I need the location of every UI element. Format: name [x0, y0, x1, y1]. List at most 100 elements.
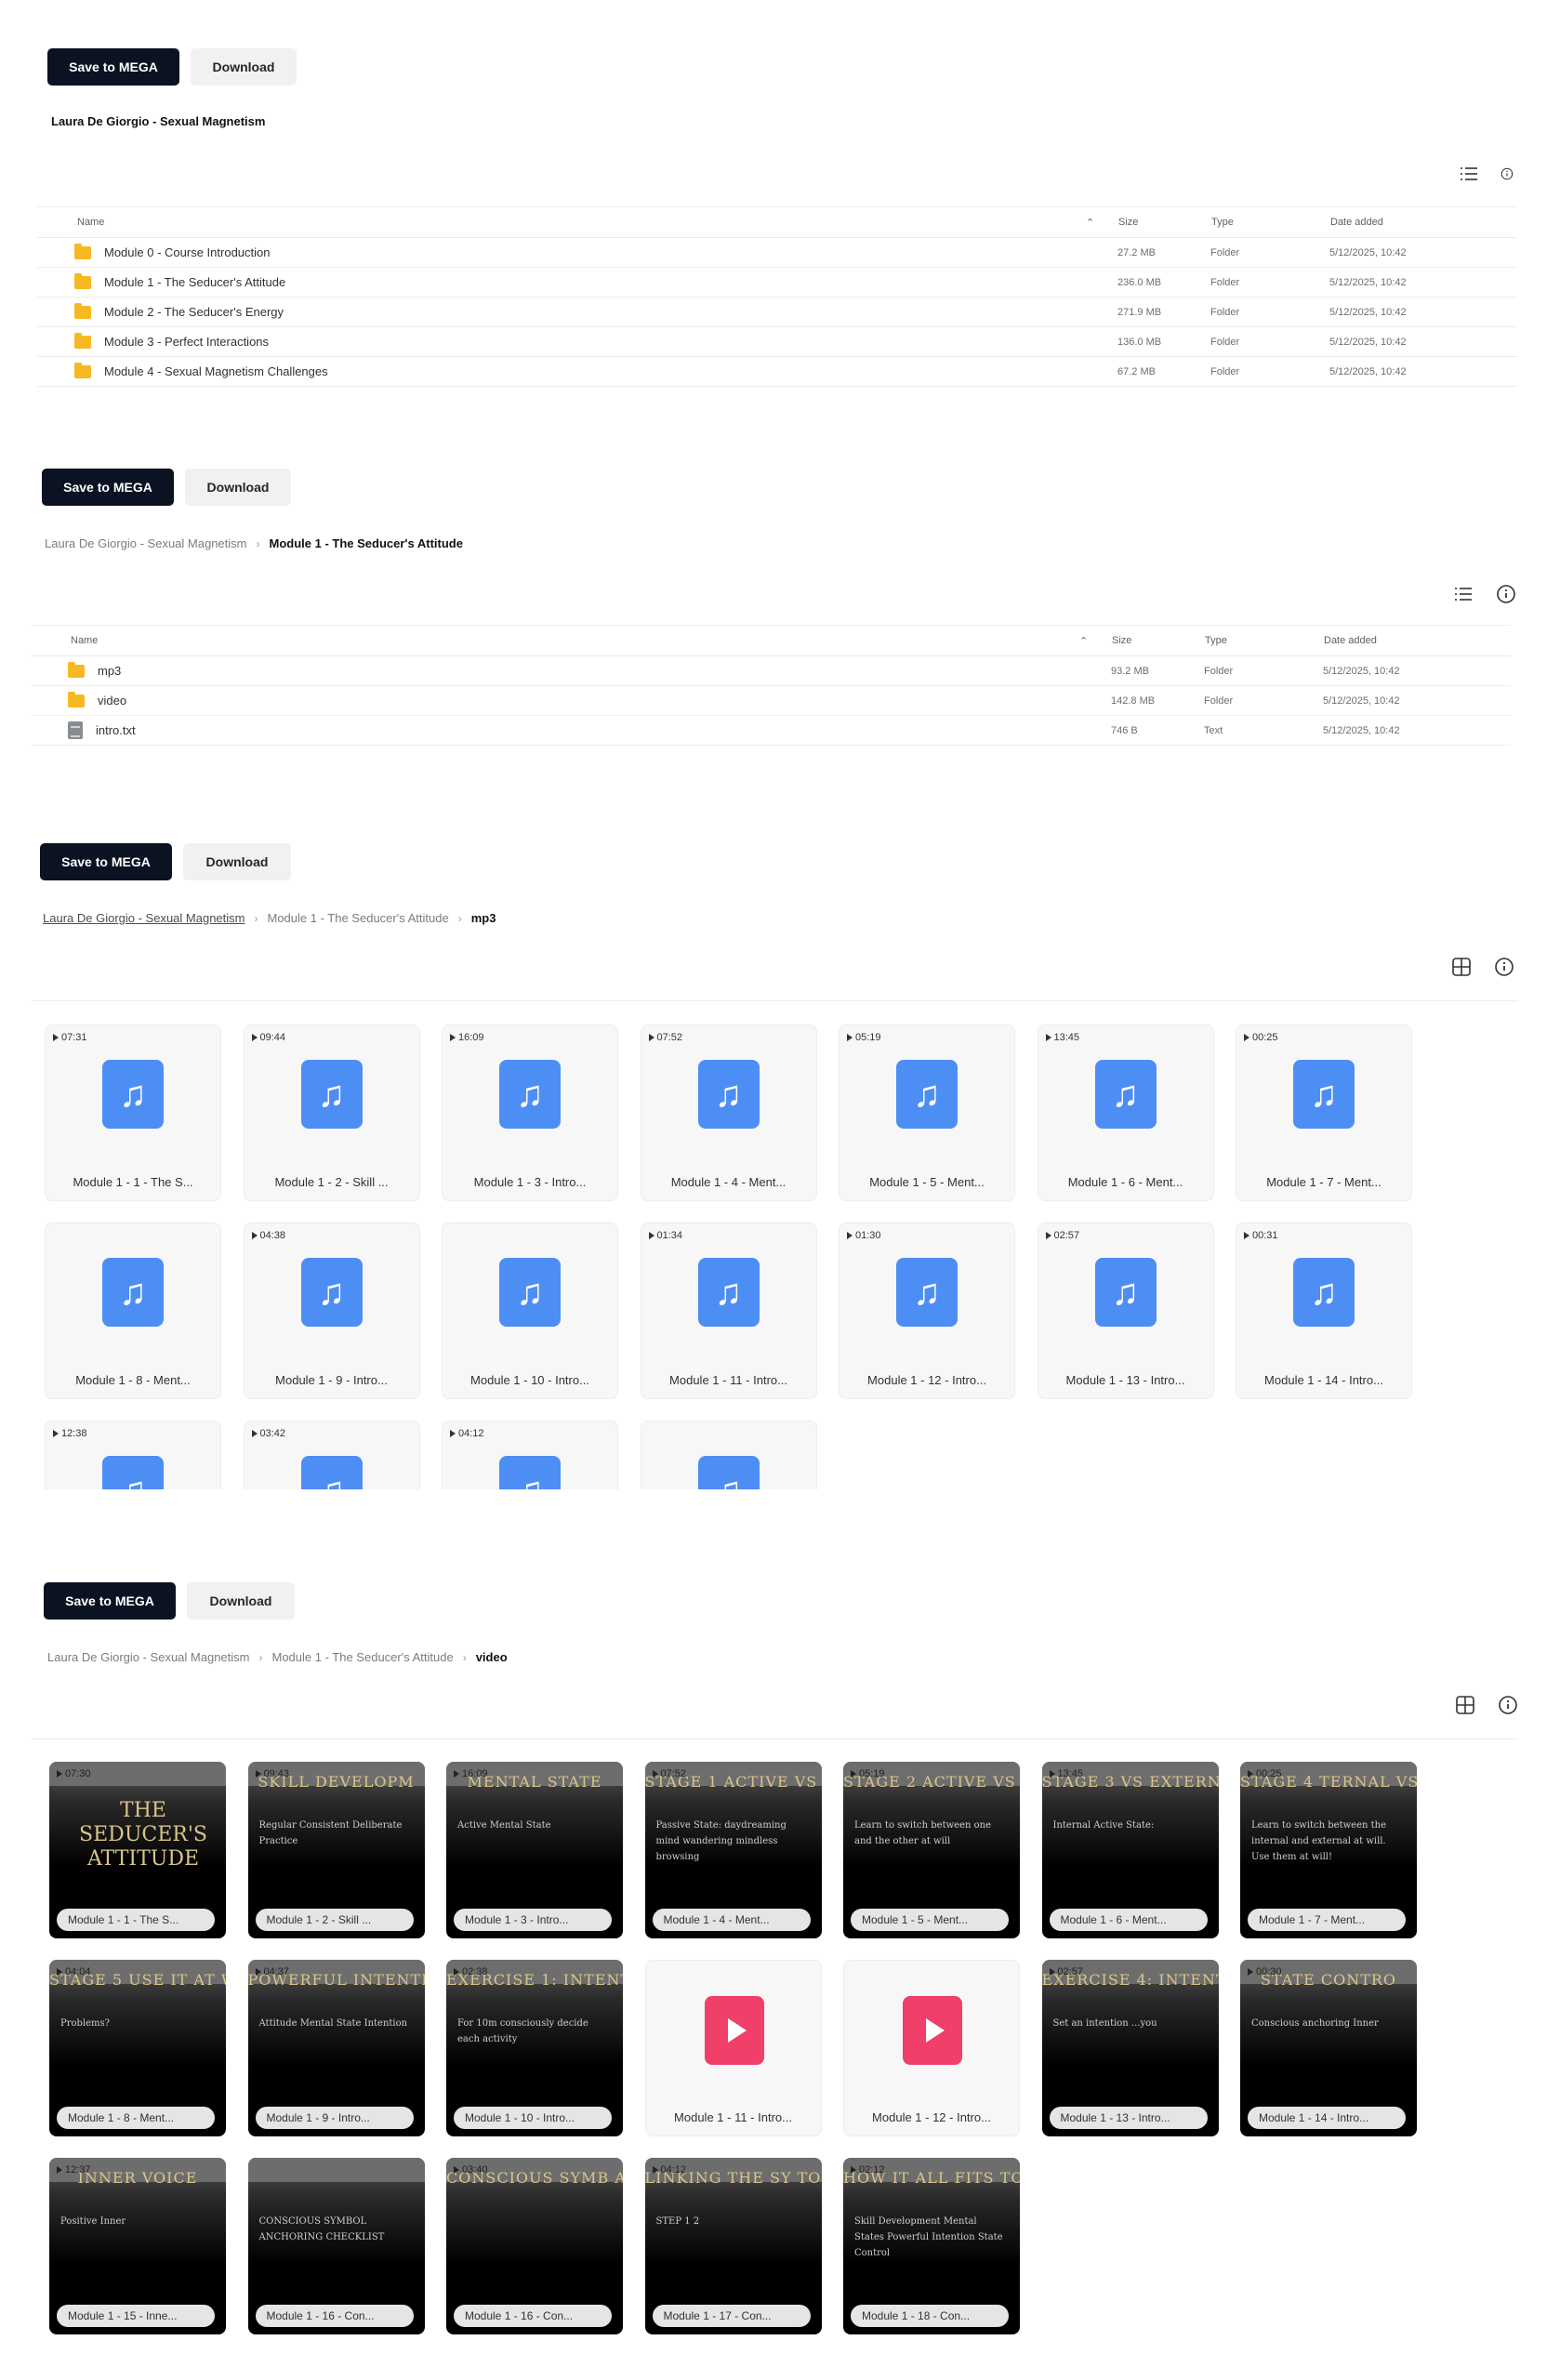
breadcrumb-item-root[interactable]: Laura De Giorgio - Sexual Magnetism [47, 1650, 250, 1664]
table-row[interactable]: Module 0 - Course Introduction 27.2 MB Fol… [37, 238, 1517, 268]
row-date: 5/12/2025, 10:42 [1329, 276, 1407, 288]
download-button[interactable]: Download [183, 843, 291, 880]
header-size[interactable]: Size [1112, 635, 1131, 646]
header-name[interactable]: Name [77, 217, 104, 228]
audio-tile[interactable]: 05:19 ♫ Module 1 - 5 - Ment... [839, 1025, 1015, 1201]
sort-asc-icon[interactable]: ⌃ [1079, 635, 1088, 647]
audio-tile[interactable]: 04:12 ♫ [442, 1421, 618, 1489]
table-row[interactable]: Module 3 - Perfect Interactions 136.0 MB F… [37, 327, 1517, 357]
video-tile[interactable]: 00:30 STATE CONTRO Conscious anchoring Inn… [1240, 1960, 1417, 2136]
save-to-mega-button[interactable]: Save to MEGA [42, 469, 174, 506]
video-tile[interactable]: 07:30 THE SEDUCER'S ATTITUDE Module 1 - 1 … [49, 1762, 226, 1938]
audio-tile[interactable]: ♫ [640, 1421, 817, 1489]
row-size: 271.9 MB [1117, 306, 1162, 318]
audio-tile[interactable]: ♫ Module 1 - 8 - Ment... [45, 1223, 221, 1399]
row-name[interactable]: video [98, 694, 126, 707]
row-name[interactable]: Module 2 - The Seducer's Energy [104, 305, 284, 319]
list-view-icon[interactable] [1458, 163, 1480, 185]
row-name[interactable]: Module 3 - Perfect Interactions [104, 335, 269, 349]
video-tile[interactable]: 00:25STAGE 4 TERNAL VS EXTERNAL SWLearn … [1240, 1762, 1417, 1938]
video-tile[interactable]: CONSCIOUS SYMBOL ANCHORING CHECKLIST Modu… [247, 2158, 425, 2334]
audio-tile[interactable]: 09:44 ♫ Module 1 - 2 - Skill ... [243, 1025, 420, 1201]
video-tile[interactable]: 16:09 MENTAL STATE Active Mental State Modu… [446, 1762, 623, 1938]
thumbnail-text: Regular Consistent Deliberate Practice [258, 1820, 403, 1846]
breadcrumb-item-root[interactable]: Laura De Giorgio - Sexual Magnetism [45, 536, 247, 550]
table-row[interactable]: video 142.8 MB Folder 5/12/2025, 10:42 [31, 686, 1511, 716]
video-tile[interactable]: 02:38EXERCISE 1: INTENTION IN SMALLFor 1… [446, 1960, 623, 2136]
video-tile[interactable]: 12:37 INNER VOICE Positive Inner Module 1 -… [49, 2158, 226, 2334]
tile-name: Module 1 - 3 - Intro... [454, 1909, 612, 1931]
tile-name: Module 1 - 5 - Ment... [869, 1175, 985, 1189]
table-row[interactable]: intro.txt 746 B Text 5/12/2025, 10:42 [31, 716, 1511, 746]
audio-tile[interactable]: 02:57 ♫ Module 1 - 13 - Intro... [1037, 1223, 1214, 1399]
audio-tile[interactable]: 07:52 ♫ Module 1 - 4 - Ment... [640, 1025, 817, 1201]
audio-tile[interactable]: 01:34 ♫ Module 1 - 11 - Intro... [640, 1223, 817, 1399]
audio-tile[interactable]: 01:30 ♫ Module 1 - 12 - Intro... [839, 1223, 1015, 1399]
header-type[interactable]: Type [1211, 217, 1234, 228]
breadcrumb: Laura De Giorgio - Sexual Magnetism › Mo… [47, 1650, 508, 1664]
table-row[interactable]: mp3 93.2 MB Folder 5/12/2025, 10:42 [31, 656, 1511, 686]
download-button[interactable]: Download [191, 48, 297, 86]
breadcrumb-item-module[interactable]: Module 1 - The Seducer's Attitude [268, 911, 449, 925]
video-tile[interactable]: 02:57EXERCISE 4: INTENTION IN INTERACTIO… [1041, 1960, 1219, 2136]
info-icon[interactable] [1497, 1694, 1519, 1716]
video-tile[interactable]: 03:40CONSCIOUS SYMB ANCHORINGModule 1 - … [446, 2158, 623, 2334]
breadcrumb-item-root[interactable]: Laura De Giorgio - Sexual Magnetism [43, 911, 245, 925]
row-size: 136.0 MB [1117, 336, 1162, 348]
row-type: Folder [1210, 246, 1240, 258]
info-icon[interactable] [1493, 956, 1515, 978]
table-row[interactable]: Module 4 - Sexual Magnetism Challenges 67… [37, 357, 1517, 387]
info-icon[interactable] [1501, 163, 1514, 185]
row-date: 5/12/2025, 10:42 [1329, 336, 1407, 348]
header-date[interactable]: Date added [1324, 635, 1377, 646]
header-name[interactable]: Name [71, 635, 98, 646]
audio-tile[interactable]: 04:38 ♫ Module 1 - 9 - Intro... [243, 1223, 420, 1399]
row-name[interactable]: Module 4 - Sexual Magnetism Challenges [104, 364, 328, 378]
save-to-mega-button[interactable]: Save to MEGA [44, 1582, 176, 1620]
video-tile[interactable]: 09:43 SKILL DEVELOPM Regular Consistent De… [247, 1762, 425, 1938]
chevron-right-icon: › [254, 911, 258, 925]
folder-icon [74, 243, 91, 259]
video-tile[interactable]: Module 1 - 12 - Intro... [843, 1960, 1020, 2136]
grid-view-icon[interactable] [1450, 956, 1473, 978]
table-row[interactable]: Module 1 - The Seducer's Attitude 236.0 M… [37, 268, 1517, 298]
row-name[interactable]: intro.txt [96, 723, 136, 737]
header-type[interactable]: Type [1205, 635, 1227, 646]
audio-tile[interactable]: 16:09 ♫ Module 1 - 3 - Intro... [442, 1025, 618, 1201]
tile-name: Module 1 - 13 - Intro... [1049, 2107, 1208, 2129]
audio-tile[interactable]: 13:45 ♫ Module 1 - 6 - Ment... [1037, 1025, 1214, 1201]
duration-label: 13:45 [1046, 1032, 1080, 1043]
row-name[interactable]: mp3 [98, 664, 121, 678]
header-size[interactable]: Size [1118, 217, 1138, 228]
video-tile[interactable]: 07:52STAGE 1 ACTIVE VS PASSIVE DIPassive… [644, 1762, 822, 1938]
breadcrumb-item-module[interactable]: Module 1 - The Seducer's Attitude [272, 1650, 454, 1664]
video-tile[interactable]: 02:12HOW IT ALL FITS TOGETHERSkill Devel… [843, 2158, 1020, 2334]
list-view-icon[interactable] [1452, 583, 1474, 605]
video-tile[interactable]: 13:45STAGE 3 VS EXTERNAL DIFFERENCEInter… [1041, 1762, 1219, 1938]
download-button[interactable]: Download [187, 1582, 295, 1620]
video-tile[interactable]: 04:37 POWERFUL INTENTIO Attitude Mental St… [247, 1960, 425, 2136]
info-icon[interactable] [1495, 583, 1517, 605]
tile-name: Module 1 - 10 - Intro... [454, 2107, 612, 2129]
view-controls [1450, 956, 1515, 978]
audio-tile[interactable]: 12:38 ♫ [45, 1421, 221, 1489]
video-tile[interactable]: 05:19STAGE 2 ACTIVE VS PASSIVE SWILearn … [843, 1762, 1020, 1938]
video-tile[interactable]: 04:12LINKING THE SY TO STATESTEP 1 2Modu… [644, 2158, 822, 2334]
video-tile[interactable]: 04:04STAGE 5 USE IT AT WILLProblems?Modu… [49, 1960, 226, 2136]
save-to-mega-button[interactable]: Save to MEGA [47, 48, 179, 86]
audio-tile[interactable]: 07:31 ♫ Module 1 - 1 - The S... [45, 1025, 221, 1201]
audio-tile[interactable]: 03:42 ♫ [243, 1421, 420, 1489]
row-name[interactable]: Module 0 - Course Introduction [104, 245, 270, 259]
grid-view-icon[interactable] [1454, 1694, 1476, 1716]
audio-tile[interactable]: ♫ Module 1 - 10 - Intro... [442, 1223, 618, 1399]
row-name[interactable]: Module 1 - The Seducer's Attitude [104, 275, 285, 289]
row-name-cell: Module 4 - Sexual Magnetism Challenges [74, 362, 328, 378]
sort-asc-icon[interactable]: ⌃ [1086, 217, 1094, 229]
audio-tile[interactable]: 00:25 ♫ Module 1 - 7 - Ment... [1236, 1025, 1412, 1201]
header-date[interactable]: Date added [1330, 217, 1383, 228]
audio-tile[interactable]: 00:31 ♫ Module 1 - 14 - Intro... [1236, 1223, 1412, 1399]
table-row[interactable]: Module 2 - The Seducer's Energy 271.9 MB F… [37, 298, 1517, 327]
video-tile[interactable]: Module 1 - 11 - Intro... [644, 1960, 822, 2136]
save-to-mega-button[interactable]: Save to MEGA [40, 843, 172, 880]
download-button[interactable]: Download [185, 469, 291, 506]
